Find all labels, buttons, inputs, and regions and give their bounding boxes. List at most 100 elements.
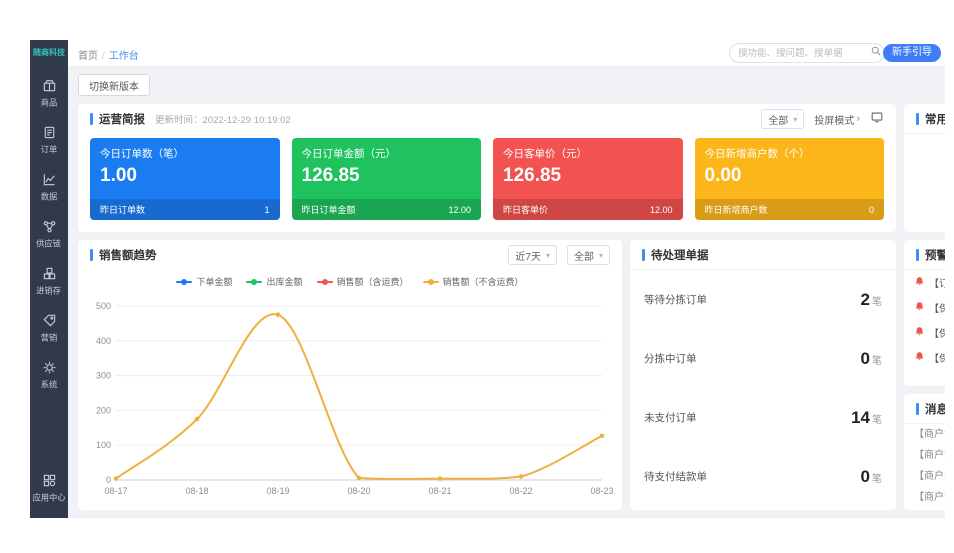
scope-select[interactable]: 全部 ▾	[567, 245, 610, 265]
order-doc-icon	[42, 125, 57, 140]
alert-item[interactable]: 【保质期】	[904, 345, 945, 370]
legend-item-sales-without-freight[interactable]: 销售额（不含运费）	[423, 275, 524, 288]
legend-marker	[423, 278, 439, 286]
sidebar-item-label: 系统	[41, 379, 58, 391]
legend-item-outbound-amount[interactable]: 出库金额	[246, 275, 302, 288]
title-accent-bar	[642, 249, 645, 261]
newbie-guide-button[interactable]: 新手引导	[883, 44, 941, 62]
legend-marker	[246, 278, 262, 286]
sidebar-item-system[interactable]: 系统	[30, 352, 68, 399]
breadcrumb-home[interactable]: 首页	[78, 51, 98, 62]
pending-list: 等待分拣订单 2笔 分拣中订单 0笔 未支付订单 14笔 待支付结款单 0笔	[630, 270, 896, 506]
alert-list: 【订单】超 【保质期】 【保质期】 【保质期】	[904, 270, 945, 370]
title-accent-bar	[90, 113, 93, 125]
warning-info-header: 预警信息	[904, 240, 945, 270]
supply-chain-icon	[42, 219, 57, 234]
pending-row-sorting[interactable]: 分拣中订单 0笔	[644, 329, 882, 388]
svg-text:100: 100	[96, 440, 111, 450]
inventory-boxes-icon	[42, 266, 57, 281]
sidebar-item-data[interactable]: 数据	[30, 164, 68, 211]
svg-text:08-22: 08-22	[509, 486, 532, 496]
chart-legend: 下单金额 出库金额 销售额（含运费） 销售额（不含运费）	[78, 275, 622, 288]
sidebar-item-inventory[interactable]: 进销存	[30, 258, 68, 305]
warning-info-card: 预警信息 【订单】超 【保质期】 【保质期】 【保质期】	[904, 240, 945, 386]
notice-item[interactable]: 【商户注册】	[904, 424, 945, 445]
common-functions-card: 常用功能	[904, 104, 945, 232]
brief-header: 运营简报 更新时间：2022-12-29 10:19:02 全部▾ 投屏模式›	[78, 104, 896, 134]
legend-marker	[176, 278, 192, 286]
svg-text:08-21: 08-21	[428, 486, 451, 496]
pending-count: 0笔	[861, 349, 882, 369]
switch-version-button[interactable]: 切换新版本	[78, 74, 150, 96]
breadcrumb: 首页/工作台	[78, 47, 139, 62]
common-functions-header: 常用功能	[904, 104, 945, 134]
pending-row-unpaid[interactable]: 未支付订单 14笔	[644, 388, 882, 447]
chevron-down-icon: ▾	[793, 115, 797, 124]
sidebar-item-marketing[interactable]: 营销	[30, 305, 68, 352]
svg-text:0: 0	[106, 475, 111, 485]
operation-brief-card: 运营简报 更新时间：2022-12-29 10:19:02 全部▾ 投屏模式› …	[78, 104, 896, 232]
search-input[interactable]	[738, 48, 870, 59]
pending-row-settlement[interactable]: 待支付结款单 0笔	[644, 447, 882, 506]
chevron-down-icon: ▾	[599, 251, 603, 260]
stat-value: 126.85	[493, 161, 683, 187]
sidebar-item-label: 供应链	[37, 238, 62, 250]
sidebar-item-goods[interactable]: 商品	[30, 70, 68, 117]
select-value: 近7天	[515, 248, 541, 263]
message-notice-header: 消息通知	[904, 394, 945, 424]
goods-box-icon	[42, 78, 57, 93]
stat-value: 126.85	[292, 161, 482, 187]
alert-item[interactable]: 【保质期】	[904, 295, 945, 320]
stat-title: 今日订单数（笔）	[90, 138, 280, 161]
sidebar-item-supply-chain[interactable]: 供应链	[30, 211, 68, 258]
alert-item[interactable]: 【订单】超	[904, 270, 945, 295]
svg-text:08-20: 08-20	[347, 486, 370, 496]
title-accent-bar	[916, 403, 919, 415]
breadcrumb-current: 工作台	[109, 51, 139, 62]
notice-item[interactable]: 【商户注册】	[904, 487, 945, 508]
sidebar-menu: 商品 订单 数据 供应链 进销存	[30, 70, 68, 399]
stat-title: 今日新增商户数（个）	[695, 138, 885, 161]
svg-text:08-23: 08-23	[590, 486, 613, 496]
stat-value: 0.00	[695, 161, 885, 187]
sidebar-item-app-center[interactable]: 应用中心	[30, 466, 68, 510]
screen: 随商科技 商品 订单 数据 供应链	[0, 0, 954, 553]
pending-row-wait-sorting[interactable]: 等待分拣订单 2笔	[644, 270, 882, 329]
select-value: 全部	[574, 248, 594, 263]
notice-item[interactable]: 【商户注册】	[904, 445, 945, 466]
brand-logo: 随商科技	[30, 47, 68, 58]
notice-item[interactable]: 【商户注册】	[904, 466, 945, 487]
cast-mode-label: 投屏模式	[814, 112, 854, 127]
stat-footer: 昨日订单金额12.00	[292, 199, 482, 220]
alert-item[interactable]: 【保质期】	[904, 320, 945, 345]
alarm-bell-icon	[914, 301, 925, 315]
global-search[interactable]	[729, 43, 885, 63]
brief-title: 运营简报	[99, 111, 145, 127]
brief-filter-select[interactable]: 全部 ▾	[761, 109, 804, 129]
legend-marker	[317, 278, 333, 286]
sidebar-item-label: 应用中心	[32, 491, 65, 503]
select-value: 全部	[768, 112, 788, 127]
pending-title: 待处理单据	[651, 247, 709, 263]
search-icon[interactable]	[870, 44, 882, 62]
stat-card-today-order-amount: 今日订单金额（元） 126.85 昨日订单金额12.00	[292, 138, 482, 220]
stat-card-row: 今日订单数（笔） 1.00 昨日订单数1 今日订单金额（元） 126.85 昨日…	[90, 138, 884, 220]
sidebar-item-orders[interactable]: 订单	[30, 117, 68, 164]
main-content: 切换新版本 运营简报 更新时间：2022-12-29 10:19:02 全部▾ …	[68, 66, 945, 518]
sales-trend-chart: 010020030040050008-1708-1808-1908-2008-2…	[86, 298, 614, 498]
screen-icon[interactable]	[870, 110, 884, 129]
range-select[interactable]: 近7天▾	[508, 245, 557, 265]
stat-footer: 昨日订单数1	[90, 199, 280, 220]
message-notice-card: 消息通知 【商户注册】 【商户注册】 【商户注册】 【商户注册】	[904, 394, 945, 510]
sidebar-item-label: 数据	[41, 191, 58, 203]
app-grid-icon	[42, 473, 57, 488]
pending-header: 待处理单据	[630, 240, 896, 270]
alarm-bell-icon	[914, 276, 925, 290]
sidebar-item-label: 进销存	[37, 285, 62, 297]
legend-item-order-amount[interactable]: 下单金额	[176, 275, 232, 288]
cast-mode-button[interactable]: 投屏模式›	[814, 112, 860, 127]
marketing-tag-icon	[42, 313, 57, 328]
sidebar-item-label: 订单	[41, 144, 58, 156]
data-chart-icon	[42, 172, 57, 187]
legend-item-sales-with-freight[interactable]: 销售额（含运费）	[317, 275, 409, 288]
